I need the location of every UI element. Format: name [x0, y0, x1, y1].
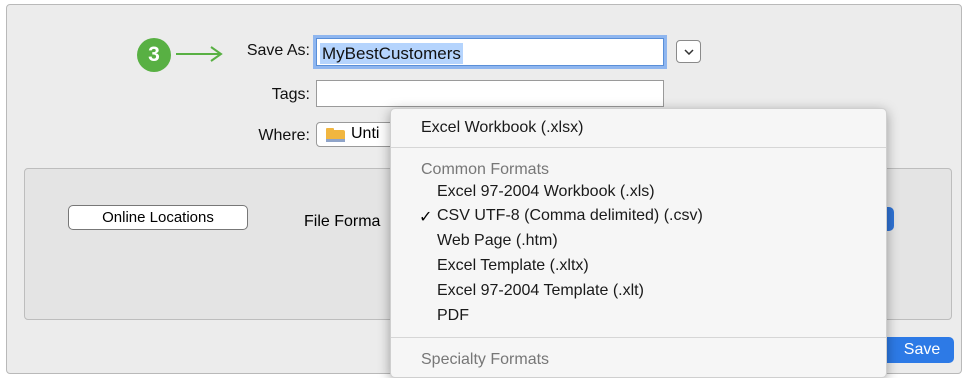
where-label: Where: [258, 127, 310, 144]
step-badge: 3 [137, 38, 171, 72]
folder-icon [326, 128, 345, 142]
save-as-label: Save As: [246, 42, 310, 59]
file-format-menu: Excel Workbook (.xlsx) Common Formats Ex… [390, 108, 887, 378]
menu-item-csv[interactable]: CSV UTF-8 (Comma delimited) (.csv) [437, 207, 703, 225]
menu-item-xls[interactable]: Excel 97-2004 Workbook (.xls) [437, 183, 655, 201]
online-locations-button[interactable]: Online Locations [68, 205, 248, 230]
chevron-down-icon [683, 48, 694, 55]
menu-item-xlt[interactable]: Excel 97-2004 Template (.xlt) [437, 282, 644, 300]
where-value: Unti [351, 125, 380, 142]
step-arrow-icon [176, 46, 223, 62]
menu-item-xlsx[interactable]: Excel Workbook (.xlsx) [421, 119, 583, 137]
menu-header-specialty: Specialty Formats [421, 351, 550, 368]
menu-header-common: Common Formats [421, 161, 550, 178]
file-format-label: File Forma [304, 213, 381, 230]
expand-dialog-button[interactable] [676, 40, 701, 63]
checkmark-icon: ✓ [419, 209, 433, 226]
tags-input[interactable] [316, 80, 664, 107]
menu-separator [391, 147, 886, 148]
save-button[interactable]: Save [880, 337, 954, 363]
save-as-value: MyBestCustomers [320, 43, 463, 64]
save-as-input[interactable]: MyBestCustomers [316, 38, 664, 66]
menu-item-pdf[interactable]: PDF [437, 307, 469, 325]
menu-item-xltx[interactable]: Excel Template (.xltx) [437, 257, 589, 275]
menu-separator [391, 337, 886, 338]
menu-item-htm[interactable]: Web Page (.htm) [437, 232, 558, 250]
tags-label: Tags: [271, 86, 310, 103]
